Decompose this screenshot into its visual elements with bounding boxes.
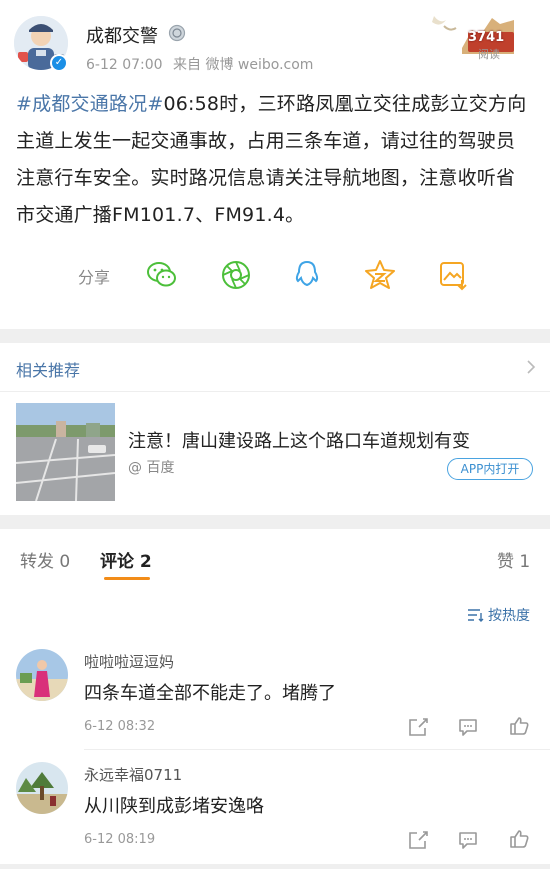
like-comment-icon[interactable] [508, 715, 530, 737]
comment-divider [84, 749, 550, 750]
tab-like[interactable]: 赞 1 [497, 547, 530, 572]
post-card: ✓ 成都交警 6-12 07:00 来自 微博 weibo.com 3741 阅… [0, 0, 550, 329]
medal-icon [168, 24, 186, 42]
share-comment-icon[interactable] [407, 716, 429, 738]
post-source: 来自 微博 weibo.com [173, 57, 314, 73]
post-time: 6-12 07:00 [86, 57, 163, 73]
active-tab-indicator [104, 577, 150, 580]
recommend-source: @ 百度 [128, 460, 175, 476]
comment-avatar[interactable] [16, 649, 68, 701]
reply-comment-icon[interactable] [457, 829, 479, 851]
reply-comment-icon[interactable] [457, 716, 479, 738]
sort-icon[interactable] [466, 607, 484, 623]
qq-icon[interactable] [290, 258, 324, 292]
recommend-headline[interactable]: 注意！唐山建设路上这个路口车道规划有变 [128, 427, 470, 453]
share-label: 分享 [78, 268, 111, 287]
post-meta: 6-12 07:00 来自 微博 weibo.com [86, 54, 319, 74]
post-text: #成都交通路况#06:58时，三环路凤凰立交往成彭立交方向主道上发生一起交通事故… [16, 86, 534, 234]
share-comment-icon[interactable] [407, 829, 429, 851]
like-comment-icon[interactable] [508, 828, 530, 850]
open-in-app-button[interactable]: APP内打开 [447, 458, 533, 480]
comment-text: 四条车道全部不能走了。堵腾了 [84, 683, 336, 704]
recommend-title: 相关推荐 [16, 361, 81, 380]
comment-username[interactable]: 永远幸福0711 [84, 764, 182, 785]
topic-link[interactable]: #成都交通路况# [16, 93, 163, 115]
save-image-icon[interactable] [436, 258, 470, 292]
comment-username[interactable]: 啦啦啦逗逗妈 [84, 651, 174, 672]
comment-time: 6-12 08:32 [84, 719, 156, 734]
comment-time: 6-12 08:19 [84, 832, 156, 847]
sort-by-hot-button[interactable]: 按热度 [488, 605, 530, 625]
qzone-icon[interactable] [363, 258, 397, 292]
share-row: 分享 [0, 252, 550, 296]
read-count: 3741 [468, 30, 505, 45]
divider [0, 391, 550, 392]
moments-icon[interactable] [219, 258, 253, 292]
wechat-icon[interactable] [145, 258, 179, 292]
verified-badge-icon: ✓ [50, 54, 68, 72]
chevron-right-icon[interactable] [524, 357, 538, 377]
comment-text: 从川陕到成彭堵安逸咯 [84, 796, 264, 817]
read-label: 阅读 [478, 48, 500, 61]
comment-avatar[interactable] [16, 762, 68, 814]
author-name[interactable]: 成都交警 [86, 22, 158, 48]
related-recommend-card: 相关推荐 注意！唐山建设路上这个路口车道规划有变 @ 百度 APP内打开 [0, 343, 550, 515]
comments-card: 转发 0 评论 2 赞 1 按热度 啦啦啦逗逗妈 四条车道全部不能走了。堵腾了 … [0, 529, 550, 864]
recommend-thumbnail[interactable] [16, 403, 115, 501]
tab-repost[interactable]: 转发 0 [20, 547, 70, 572]
tab-comment[interactable]: 评论 2 [100, 547, 152, 572]
